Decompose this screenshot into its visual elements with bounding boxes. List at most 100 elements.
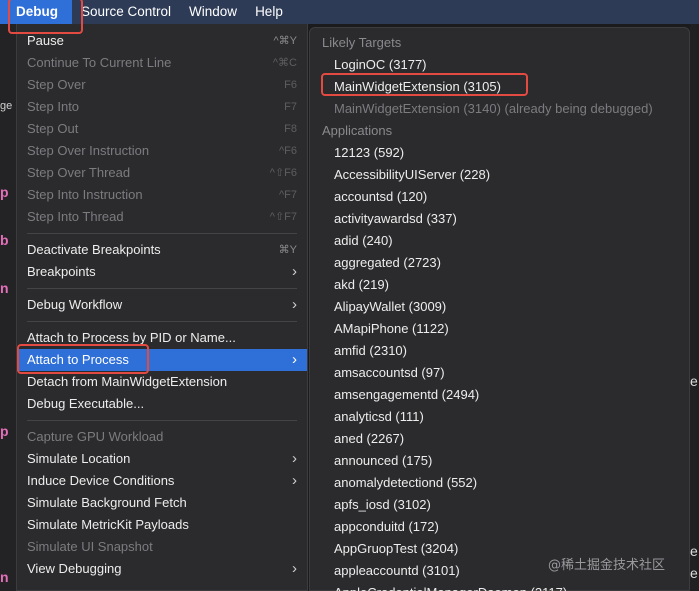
process-item[interactable]: amsaccountsd (97) <box>310 362 689 384</box>
shortcut-label: F8 <box>284 123 297 135</box>
menu-item-label: Pause <box>27 33 64 48</box>
editor-fragment: b <box>0 232 9 248</box>
process-item[interactable]: accountsd (120) <box>310 186 689 208</box>
menu-item-label: Step Over <box>27 77 86 92</box>
menu-item-label: Simulate Background Fetch <box>27 495 187 510</box>
process-item[interactable]: anomalydetectiond (552) <box>310 472 689 494</box>
process-item[interactable]: amfid (2310) <box>310 340 689 362</box>
chevron-right-icon: › <box>292 450 297 467</box>
editor-fragment: n <box>0 280 9 296</box>
editor-fragment: e <box>690 565 698 581</box>
process-item[interactable]: analyticsd (111) <box>310 406 689 428</box>
menu-item-label: Step Into Thread <box>27 209 124 224</box>
menu-item-step-into-thread: Step Into Thread ^⇧F7 <box>17 206 307 228</box>
process-item[interactable]: appconduitd (172) <box>310 516 689 538</box>
menu-item-step-into: Step Into F7 <box>17 96 307 118</box>
chevron-right-icon: › <box>292 296 297 313</box>
process-item[interactable]: AppleCredentialManagerDaemon (2117) <box>310 582 689 591</box>
chevron-right-icon: › <box>292 263 297 280</box>
menu-window[interactable]: Window <box>180 0 246 24</box>
watermark: @稀土掘金技术社区 <box>548 558 666 573</box>
menu-item-label: Step Over Thread <box>27 165 131 180</box>
menu-help[interactable]: Help <box>246 0 292 24</box>
chevron-right-icon: › <box>292 560 297 577</box>
menu-item-detach[interactable]: Detach from MainWidgetExtension <box>17 371 307 393</box>
section-header-likely-targets: Likely Targets <box>322 35 402 50</box>
chevron-right-icon: › <box>292 472 297 489</box>
process-item-disabled: MainWidgetExtension (3140) (already bein… <box>334 101 653 116</box>
menu-item-simulate-ui-snapshot: Simulate UI Snapshot <box>17 536 307 558</box>
menu-item-label: Deactivate Breakpoints <box>27 242 161 257</box>
shortcut-label: ⌘Y <box>278 244 297 256</box>
shortcut-label: F7 <box>284 101 297 113</box>
debug-menu: Pause ^⌘Y Continue To Current Line ^⌘C S… <box>16 24 308 591</box>
menu-item-step-over: Step Over F6 <box>17 74 307 96</box>
menu-item-label: Detach from MainWidgetExtension <box>27 374 228 389</box>
application-list: 12123 (592) AccessibilityUIServer (228) ac… <box>310 142 689 591</box>
menu-item-deactivate-breakpoints[interactable]: Deactivate Breakpoints ⌘Y <box>17 239 307 261</box>
menu-item-pause[interactable]: Pause ^⌘Y <box>17 30 307 52</box>
attach-to-process-submenu: Likely Targets LoginOC (3177) MainWidget… <box>309 27 690 591</box>
editor-background-left: ge p b n p n <box>0 24 16 591</box>
menu-item-label: Simulate Location <box>27 451 131 466</box>
process-item[interactable]: amsengagementd (2494) <box>310 384 689 406</box>
editor-fragment: p <box>0 184 9 200</box>
process-item[interactable]: LoginOC (3177) <box>310 54 689 76</box>
menu-item-label: Breakpoints <box>27 264 96 279</box>
editor-fragment: e <box>690 373 698 389</box>
process-item[interactable]: adid (240) <box>310 230 689 252</box>
menu-item-debug-executable[interactable]: Debug Executable... <box>17 393 307 415</box>
process-item[interactable]: AccessibilityUIServer (228) <box>310 164 689 186</box>
menu-source-control[interactable]: Source Control <box>72 0 180 24</box>
section-header-applications: Applications <box>322 123 393 138</box>
editor-fragment: n <box>0 569 9 585</box>
menu-item-attach-to-process[interactable]: Attach to Process › <box>17 349 307 371</box>
menu-item-label: Debug Workflow <box>27 297 123 312</box>
menu-separator <box>27 288 297 289</box>
menu-item-label: Continue To Current Line <box>27 55 172 70</box>
menu-item-continue-to-current-line: Continue To Current Line ^⌘C <box>17 52 307 74</box>
process-item[interactable]: activityawardsd (337) <box>310 208 689 230</box>
menu-item-label: Attach to Process <box>27 352 129 367</box>
shortcut-label: ^⌘Y <box>273 35 298 47</box>
process-item[interactable]: 12123 (592) <box>310 142 689 164</box>
process-item[interactable]: aggregated (2723) <box>310 252 689 274</box>
process-item[interactable]: AlipayWallet (3009) <box>310 296 689 318</box>
chevron-right-icon: › <box>292 351 297 368</box>
menu-debug[interactable]: Debug <box>0 0 72 24</box>
shortcut-label: ^⇧F7 <box>269 211 297 223</box>
shortcut-label: ^F7 <box>279 189 297 201</box>
menu-item-label: Debug Executable... <box>27 396 145 411</box>
menu-item-label: Step Over Instruction <box>27 143 150 158</box>
menu-item-step-over-instruction: Step Over Instruction ^F6 <box>17 140 307 162</box>
process-item[interactable]: apfs_iosd (3102) <box>310 494 689 516</box>
process-item[interactable]: akd (219) <box>310 274 689 296</box>
menu-item-label: Step Into Instruction <box>27 187 143 202</box>
process-item[interactable]: AMapiPhone (1122) <box>310 318 689 340</box>
shortcut-label: ^⇧F6 <box>269 167 297 179</box>
menu-item-view-debugging[interactable]: View Debugging › <box>17 558 307 580</box>
menu-item-attach-by-pid[interactable]: Attach to Process by PID or Name... <box>17 327 307 349</box>
menu-item-label: View Debugging <box>27 561 122 576</box>
menu-item-step-out: Step Out F8 <box>17 118 307 140</box>
process-item[interactable]: announced (175) <box>310 450 689 472</box>
menu-item-label: Step Out <box>27 121 79 136</box>
menu-separator <box>27 420 297 421</box>
menu-item-step-into-instruction: Step Into Instruction ^F7 <box>17 184 307 206</box>
menu-item-simulate-metrickit-payloads[interactable]: Simulate MetricKit Payloads <box>17 514 307 536</box>
shortcut-label: ^F6 <box>279 145 297 157</box>
menu-item-simulate-location[interactable]: Simulate Location › <box>17 448 307 470</box>
editor-fragment: e <box>690 543 698 559</box>
menu-item-breakpoints[interactable]: Breakpoints › <box>17 261 307 283</box>
process-item[interactable]: MainWidgetExtension (3105) <box>310 76 689 98</box>
menu-item-induce-device-conditions[interactable]: Induce Device Conditions › <box>17 470 307 492</box>
process-item[interactable]: aned (2267) <box>310 428 689 450</box>
menu-item-simulate-background-fetch[interactable]: Simulate Background Fetch <box>17 492 307 514</box>
editor-fragment: p <box>0 423 9 439</box>
menu-item-label: Induce Device Conditions <box>27 473 175 488</box>
menu-item-label: Simulate MetricKit Payloads <box>27 517 189 532</box>
shortcut-label: ^⌘C <box>272 57 297 69</box>
menu-item-label: Step Into <box>27 99 80 114</box>
menu-item-label: Simulate UI Snapshot <box>27 539 153 554</box>
menu-item-debug-workflow[interactable]: Debug Workflow › <box>17 294 307 316</box>
